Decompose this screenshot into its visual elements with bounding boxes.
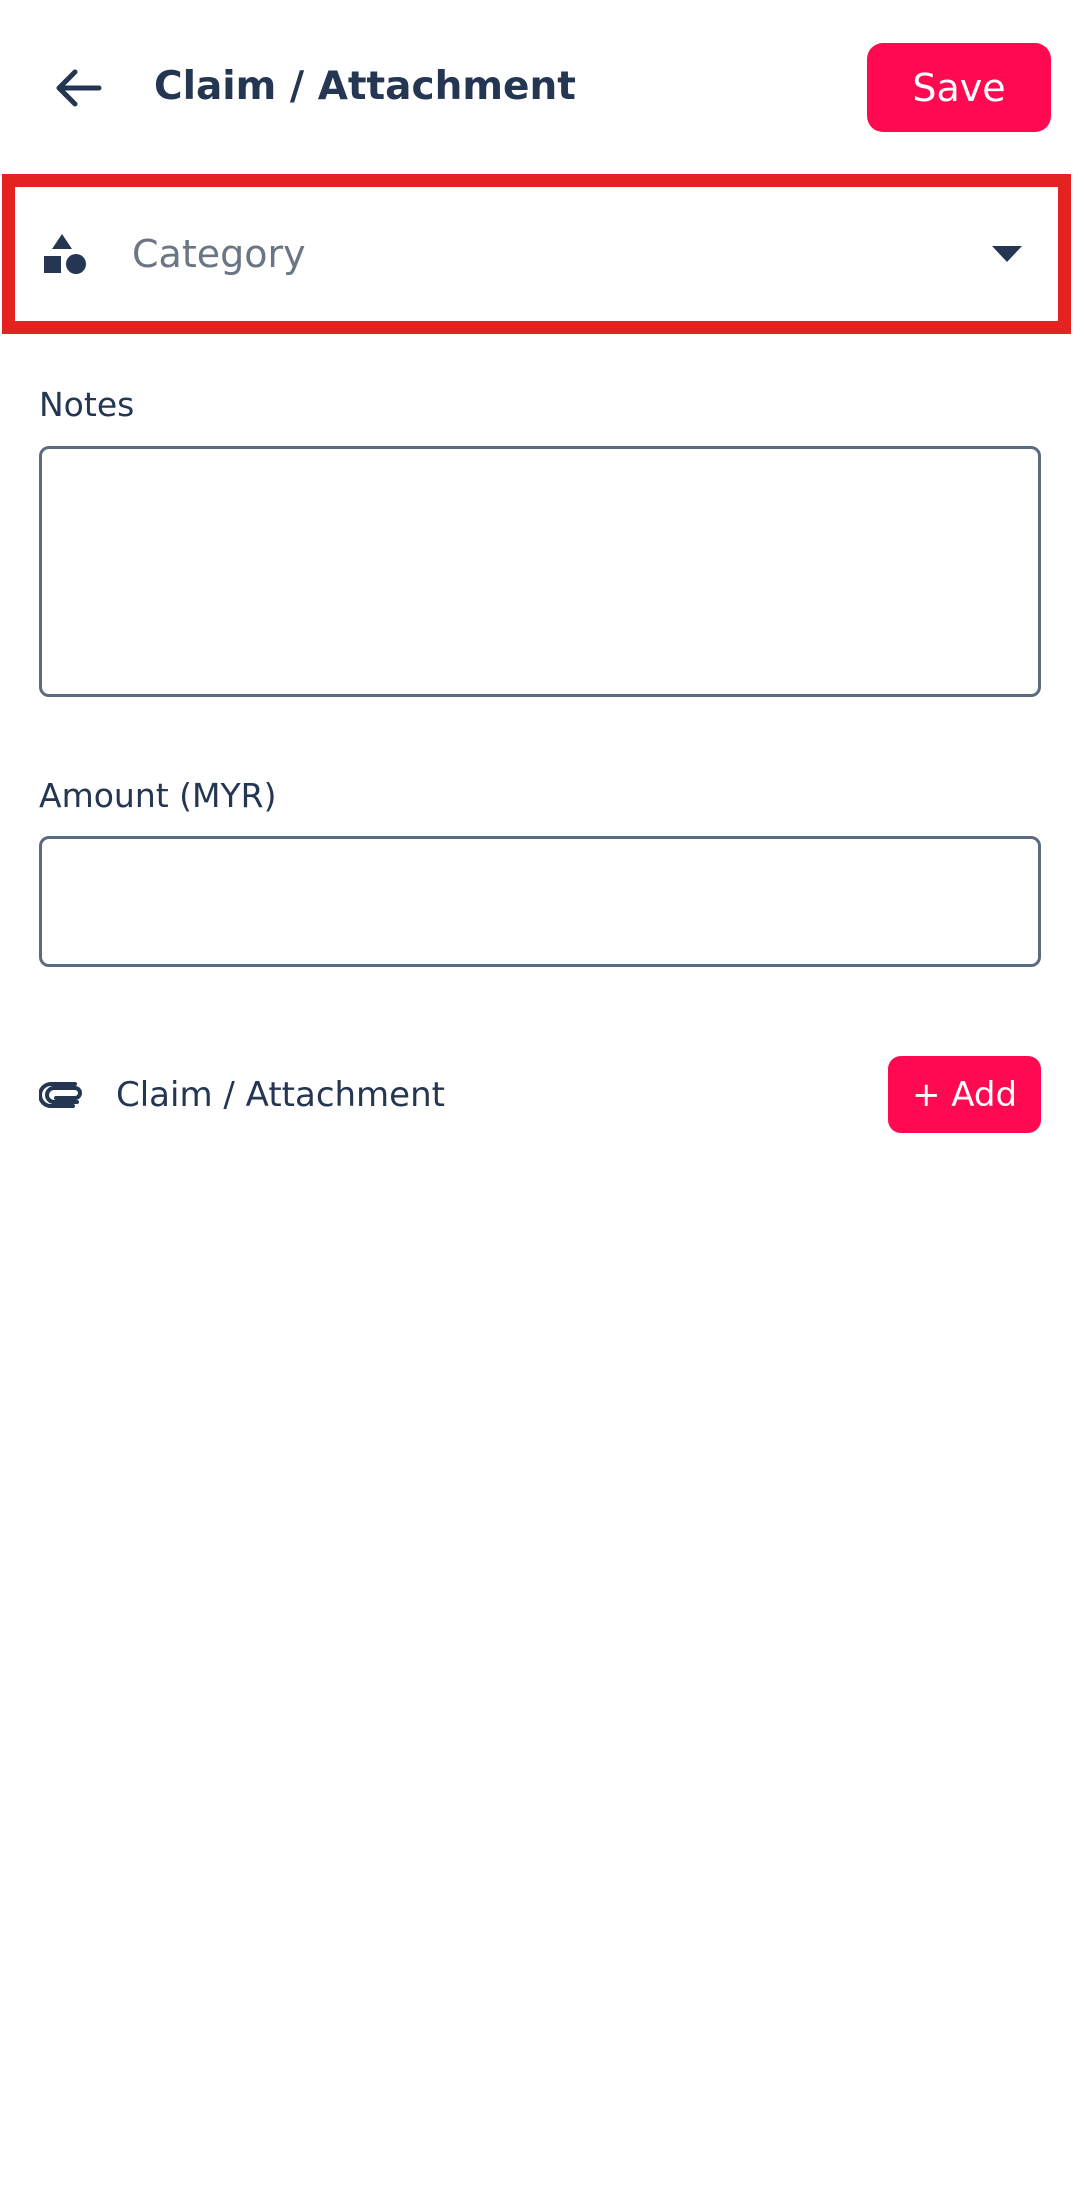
caret-down-icon <box>992 246 1022 262</box>
page-title: Claim / Attachment <box>154 64 576 109</box>
attachment-label: Claim / Attachment <box>116 1075 445 1115</box>
add-attachment-button[interactable]: + Add <box>888 1056 1041 1133</box>
paperclip-icon <box>39 1082 82 1108</box>
amount-label: Amount (MYR) <box>39 776 277 815</box>
attachment-row: Claim / Attachment + Add <box>0 1050 1085 1140</box>
notes-input[interactable] <box>39 446 1041 697</box>
arrow-left-icon <box>56 69 102 107</box>
save-button[interactable]: Save <box>867 43 1051 132</box>
category-placeholder: Category <box>132 232 306 276</box>
notes-label: Notes <box>39 385 135 424</box>
category-select[interactable]: Category <box>15 187 1058 321</box>
amount-input[interactable] <box>39 836 1041 967</box>
app-header: Claim / Attachment Save <box>0 0 1085 170</box>
shapes-icon <box>44 234 86 274</box>
back-button[interactable] <box>40 50 116 126</box>
